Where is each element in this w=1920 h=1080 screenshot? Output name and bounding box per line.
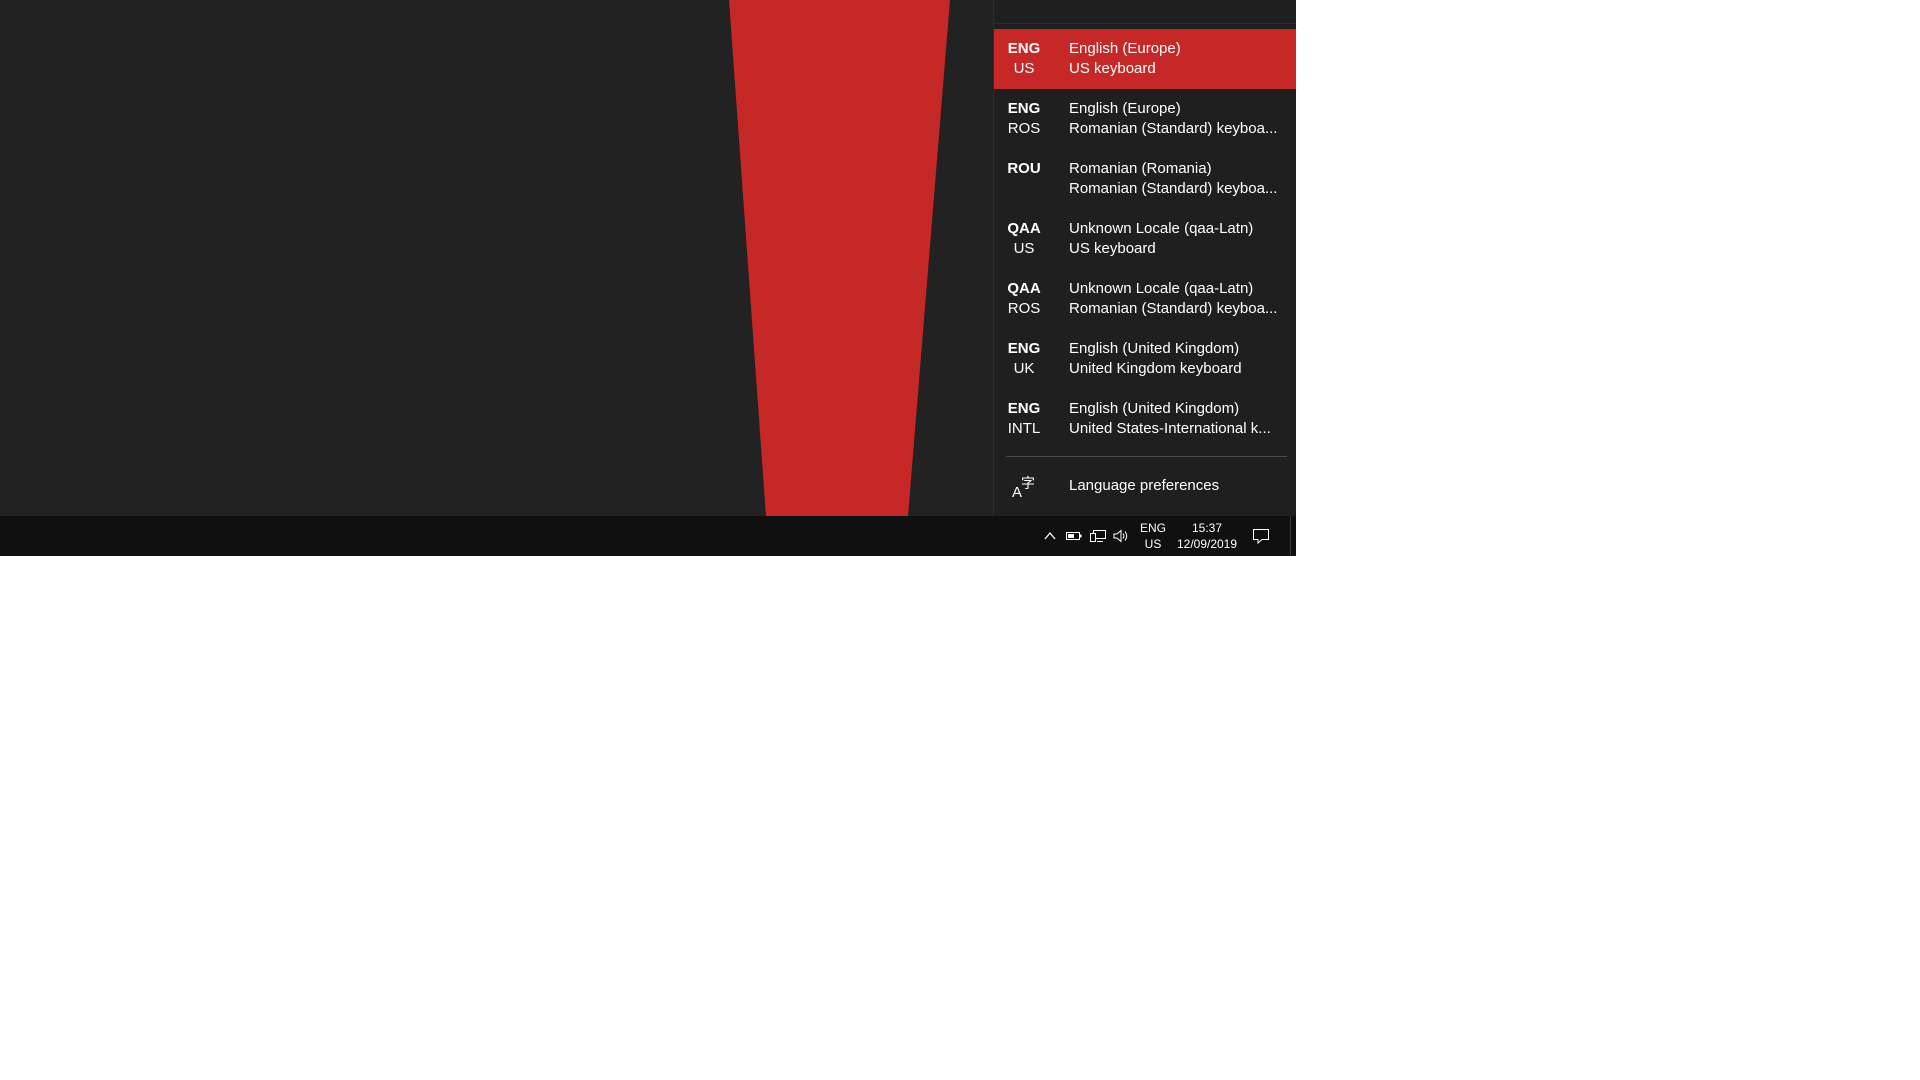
language-description: Unknown Locale (qaa-Latn) US keyboard — [1069, 219, 1291, 259]
language-item-qaa-ros[interactable]: QAA ROS Unknown Locale (qaa-Latn) Romani… — [994, 269, 1296, 329]
language-code-primary: QAA — [1007, 280, 1041, 297]
show-desktop-button[interactable] — [1290, 516, 1296, 556]
chevron-up-icon[interactable] — [1041, 528, 1059, 544]
language-code: ENG ROS — [994, 99, 1054, 139]
language-name: English (Europe) — [1069, 40, 1181, 57]
language-code-primary: ENG — [1007, 40, 1041, 57]
language-description: Unknown Locale (qaa-Latn) Romanian (Stan… — [1069, 279, 1291, 319]
language-name: Romanian (Romania) — [1069, 160, 1212, 177]
input-indicator[interactable]: ENG US — [1135, 520, 1171, 552]
keyboard-name: Romanian (Standard) keyboa... — [1069, 300, 1278, 317]
action-center-icon[interactable] — [1251, 526, 1271, 546]
language-code: QAA US — [994, 219, 1054, 259]
desktop: ENG US English (Europe) US keyboard ENG … — [0, 0, 1296, 516]
language-item-eng-uk[interactable]: ENG UK English (United Kingdom) United K… — [994, 329, 1296, 389]
language-item-eng-ros[interactable]: ENG ROS English (Europe) Romanian (Stand… — [994, 89, 1296, 149]
taskbar-clock[interactable]: 15:37 12/09/2019 — [1172, 520, 1242, 552]
language-code-primary: ENG — [1007, 100, 1041, 117]
language-flyout: ENG US English (Europe) US keyboard ENG … — [993, 0, 1296, 516]
flyout-top-border — [994, 23, 1296, 24]
language-code: QAA ROS — [994, 279, 1054, 319]
language-code-variant: US — [1013, 240, 1035, 257]
language-item-qaa-us[interactable]: QAA US Unknown Locale (qaa-Latn) US keyb… — [994, 209, 1296, 269]
language-code: ENG US — [994, 39, 1054, 79]
language-item-rou[interactable]: ROU Romanian (Romania) Romanian (Standar… — [994, 149, 1296, 209]
language-item-eng-us[interactable]: ENG US English (Europe) US keyboard — [994, 29, 1296, 89]
language-preferences-label: Language preferences — [1069, 477, 1220, 494]
keyboard-name: United Kingdom keyboard — [1069, 360, 1242, 377]
keyboard-name: US keyboard — [1069, 240, 1156, 257]
taskbar: ENG US 15:37 12/09/2019 — [0, 516, 1296, 556]
language-code-primary: ENG — [1007, 400, 1041, 417]
language-code-variant: ROS — [1007, 120, 1041, 137]
keyboard-name: Romanian (Standard) keyboa... — [1069, 180, 1278, 197]
input-language-list: ENG US English (Europe) US keyboard ENG … — [994, 29, 1296, 449]
language-name: English (Europe) — [1069, 100, 1181, 117]
keyboard-name: US keyboard — [1069, 60, 1156, 77]
keyboard-name: Romanian (Standard) keyboa... — [1069, 120, 1278, 137]
language-code: ENG UK — [994, 339, 1054, 379]
input-indicator-variant: US — [1144, 537, 1162, 551]
battery-icon[interactable] — [1065, 528, 1083, 544]
language-code-primary: ENG — [1007, 340, 1041, 357]
language-preferences-link[interactable]: A 字 Language preferences — [994, 462, 1296, 510]
language-name: English (United Kingdom) — [1069, 340, 1240, 357]
volume-icon[interactable] — [1112, 528, 1130, 544]
language-item-eng-intl[interactable]: ENG INTL English (United Kingdom) United… — [994, 389, 1296, 449]
language-description: English (United Kingdom) United Kingdom … — [1069, 339, 1291, 379]
clock-time: 15:37 — [1191, 521, 1223, 535]
network-icon[interactable] — [1089, 528, 1107, 544]
language-code-primary: ROU — [1007, 160, 1041, 177]
language-code-variant: UK — [1013, 360, 1035, 377]
svg-text:字: 字 — [1021, 476, 1035, 492]
language-code: ENG INTL — [994, 399, 1054, 439]
input-indicator-code: ENG — [1139, 521, 1166, 535]
flyout-divider — [1006, 456, 1287, 457]
language-description: English (United Kingdom) United States-I… — [1069, 399, 1291, 439]
language-code-variant: ROS — [1007, 300, 1041, 317]
language-name: Unknown Locale (qaa-Latn) — [1069, 220, 1254, 237]
clock-date: 12/09/2019 — [1176, 537, 1238, 551]
language-code: ROU — [994, 159, 1054, 179]
language-code-primary: QAA — [1007, 220, 1041, 237]
language-description: English (Europe) Romanian (Standard) key… — [1069, 99, 1291, 139]
language-description: Romanian (Romania) Romanian (Standard) k… — [1069, 159, 1291, 199]
keyboard-name: United States-International k... — [1069, 420, 1271, 437]
language-name: English (United Kingdom) — [1069, 400, 1240, 417]
language-name: Unknown Locale (qaa-Latn) — [1069, 280, 1254, 297]
language-code-variant: US — [1013, 60, 1035, 77]
language-code-variant: INTL — [1007, 420, 1041, 437]
language-settings-icon: A 字 — [1012, 476, 1035, 501]
language-description: English (Europe) US keyboard — [1069, 39, 1291, 79]
